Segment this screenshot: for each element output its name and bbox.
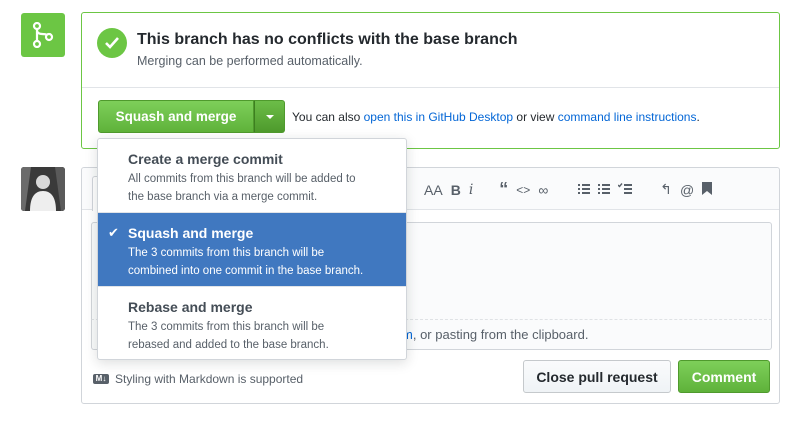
header-icon[interactable]: AA (424, 182, 443, 198)
comment-button[interactable]: Comment (678, 360, 770, 393)
command-line-instructions-link[interactable]: command line instructions (558, 110, 697, 124)
merge-method-menu: Create a merge commit All commits from t… (97, 138, 407, 360)
period: . (696, 110, 700, 124)
menu-item-desc-line: combined into one commit in the base bra… (128, 265, 364, 277)
menu-item-title: Create a merge commit (128, 151, 283, 167)
git-merge-icon (21, 13, 65, 57)
merge-button-group: Squash and merge (98, 100, 285, 133)
menu-item-desc-line: All commits from this branch will be add… (128, 173, 356, 185)
merge-method-rebase-and-merge[interactable]: Rebase and merge The 3 commits from this… (98, 287, 406, 359)
menu-item-title: Rebase and merge (128, 299, 253, 315)
quote-icon[interactable]: “ (499, 179, 508, 200)
menu-item-title: Squash and merge (128, 225, 254, 241)
markdown-note-text[interactable]: Styling with Markdown is supported (115, 372, 303, 386)
avatar[interactable] (21, 167, 65, 211)
menu-item-desc-line: the base branch via a merge commit. (128, 191, 318, 203)
menu-item-desc: The 3 commits from this branch will be r… (128, 318, 406, 354)
checkmark-icon: ✔ (108, 225, 119, 240)
menu-item-desc-line: The 3 commits from this branch will be (128, 321, 325, 333)
attach-files-text: m, or pasting from the clipboard. (402, 327, 588, 342)
merge-status-title: This branch has no conflicts with the ba… (137, 31, 518, 48)
merge-method-dropdown-toggle[interactable] (254, 100, 285, 133)
unordered-list-icon[interactable] (578, 182, 591, 198)
squash-and-merge-button[interactable]: Squash and merge (98, 100, 254, 133)
also-prefix: You can also (292, 110, 361, 124)
or-view-text: or view (516, 110, 555, 124)
menu-item-desc: All commits from this branch will be add… (128, 170, 406, 206)
code-icon[interactable]: <> (516, 183, 530, 197)
ordered-list-icon[interactable] (598, 182, 611, 198)
task-list-icon[interactable] (617, 182, 633, 198)
check-icon (97, 28, 127, 58)
markdown-icon: M↓ (93, 374, 109, 384)
merge-status-box: This branch has no conflicts with the ba… (81, 12, 780, 149)
mention-icon[interactable]: @ (680, 182, 694, 198)
caret-down-icon (265, 114, 274, 119)
markdown-note: M↓ Styling with Markdown is supported (93, 372, 303, 386)
attach-text-rest: , or pasting from the clipboard. (412, 327, 589, 342)
italic-icon[interactable]: i (469, 182, 473, 198)
bold-icon[interactable]: B (451, 182, 461, 198)
menu-item-desc-line: rebased and added to the base branch. (128, 339, 329, 351)
merge-method-squash-and-merge[interactable]: ✔ Squash and merge The 3 commits from th… (98, 213, 406, 286)
merge-status-subtitle: Merging can be performed automatically. (137, 54, 363, 68)
merge-method-create-merge-commit[interactable]: Create a merge commit All commits from t… (98, 139, 406, 212)
saved-replies-icon[interactable] (702, 181, 713, 198)
merge-alternatives-text: You can also open this in GitHub Desktop… (292, 110, 700, 124)
reply-icon[interactable]: ↰ (660, 181, 672, 198)
menu-item-desc: The 3 commits from this branch will be c… (128, 244, 406, 280)
markdown-toolbar: AA B i “ <> ∞ ↰ @ (420, 179, 716, 200)
open-in-desktop-link[interactable]: open this in GitHub Desktop (364, 110, 513, 124)
menu-item-desc-line: The 3 commits from this branch will be (128, 247, 325, 259)
divider (82, 87, 779, 88)
link-icon[interactable]: ∞ (538, 182, 548, 198)
close-pull-request-button[interactable]: Close pull request (523, 360, 671, 393)
